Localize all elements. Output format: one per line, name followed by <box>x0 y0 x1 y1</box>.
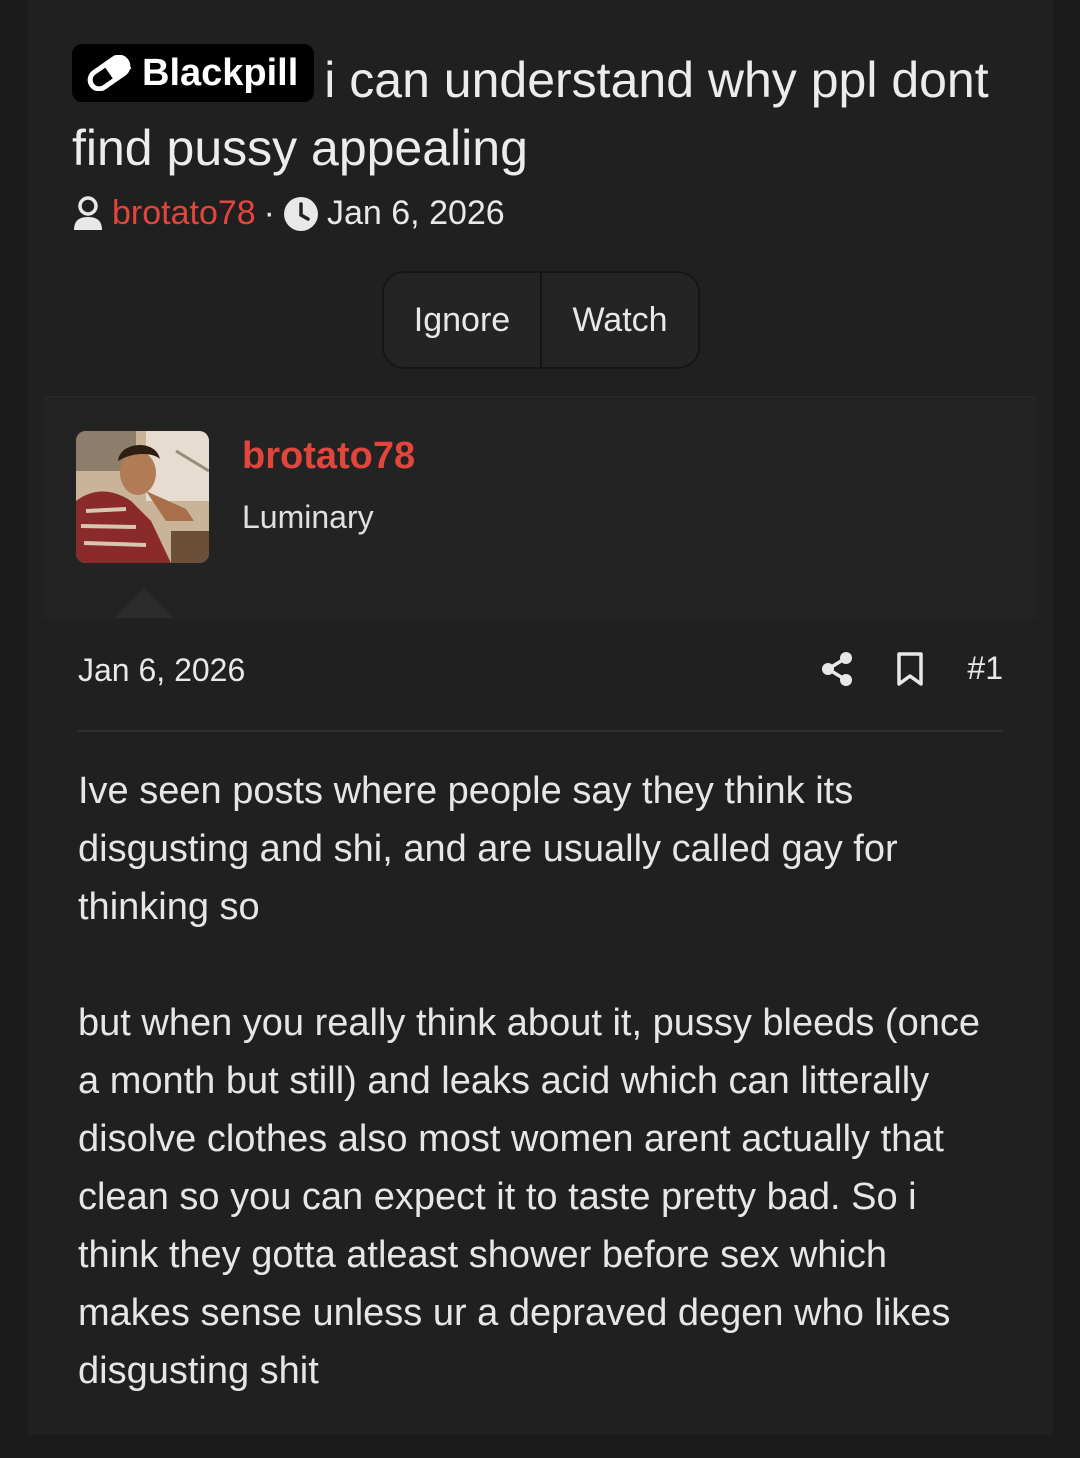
post-user-card: brotato78 Luminary <box>44 396 1036 619</box>
user-icon <box>74 195 102 230</box>
thread-prefix-badge[interactable]: Blackpill <box>72 44 315 102</box>
thread-prefix-label: Blackpill <box>142 52 299 94</box>
watch-button[interactable]: Watch <box>540 273 698 367</box>
clock-icon <box>284 196 318 231</box>
post-paragraph: but when you really think about it, puss… <box>78 1002 980 1392</box>
avatar[interactable] <box>76 431 209 563</box>
thread-action-buttons: Ignore Watch <box>382 271 700 369</box>
post-body: Ive seen posts where people say they thi… <box>78 762 998 1458</box>
bookmark-icon[interactable] <box>895 651 925 687</box>
post-actions: #1 <box>821 650 1003 687</box>
post-header-divider <box>78 730 1003 732</box>
post-author-name[interactable]: brotato78 <box>242 435 415 478</box>
thread-author-link[interactable]: brotato78 <box>112 194 256 233</box>
post-paragraph: Ive seen posts where people say they thi… <box>78 770 898 928</box>
thread-meta: brotato78 · Jan 6, 2026 <box>72 194 505 233</box>
thread-date-link[interactable]: Jan 6, 2026 <box>327 194 505 233</box>
post-author-title: Luminary <box>242 499 374 535</box>
pill-icon <box>87 55 132 91</box>
thread-title-block: Blackpill i can understand why ppl dont … <box>72 44 1022 182</box>
post-number-link[interactable]: #1 <box>967 650 1003 687</box>
thread-page: Blackpill i can understand why ppl dont … <box>28 0 1053 1435</box>
post-date-link[interactable]: Jan 6, 2026 <box>78 652 245 689</box>
meta-separator: · <box>263 194 275 232</box>
share-icon[interactable] <box>821 651 853 687</box>
user-card-arrow <box>114 588 174 618</box>
ignore-button[interactable]: Ignore <box>384 273 540 367</box>
